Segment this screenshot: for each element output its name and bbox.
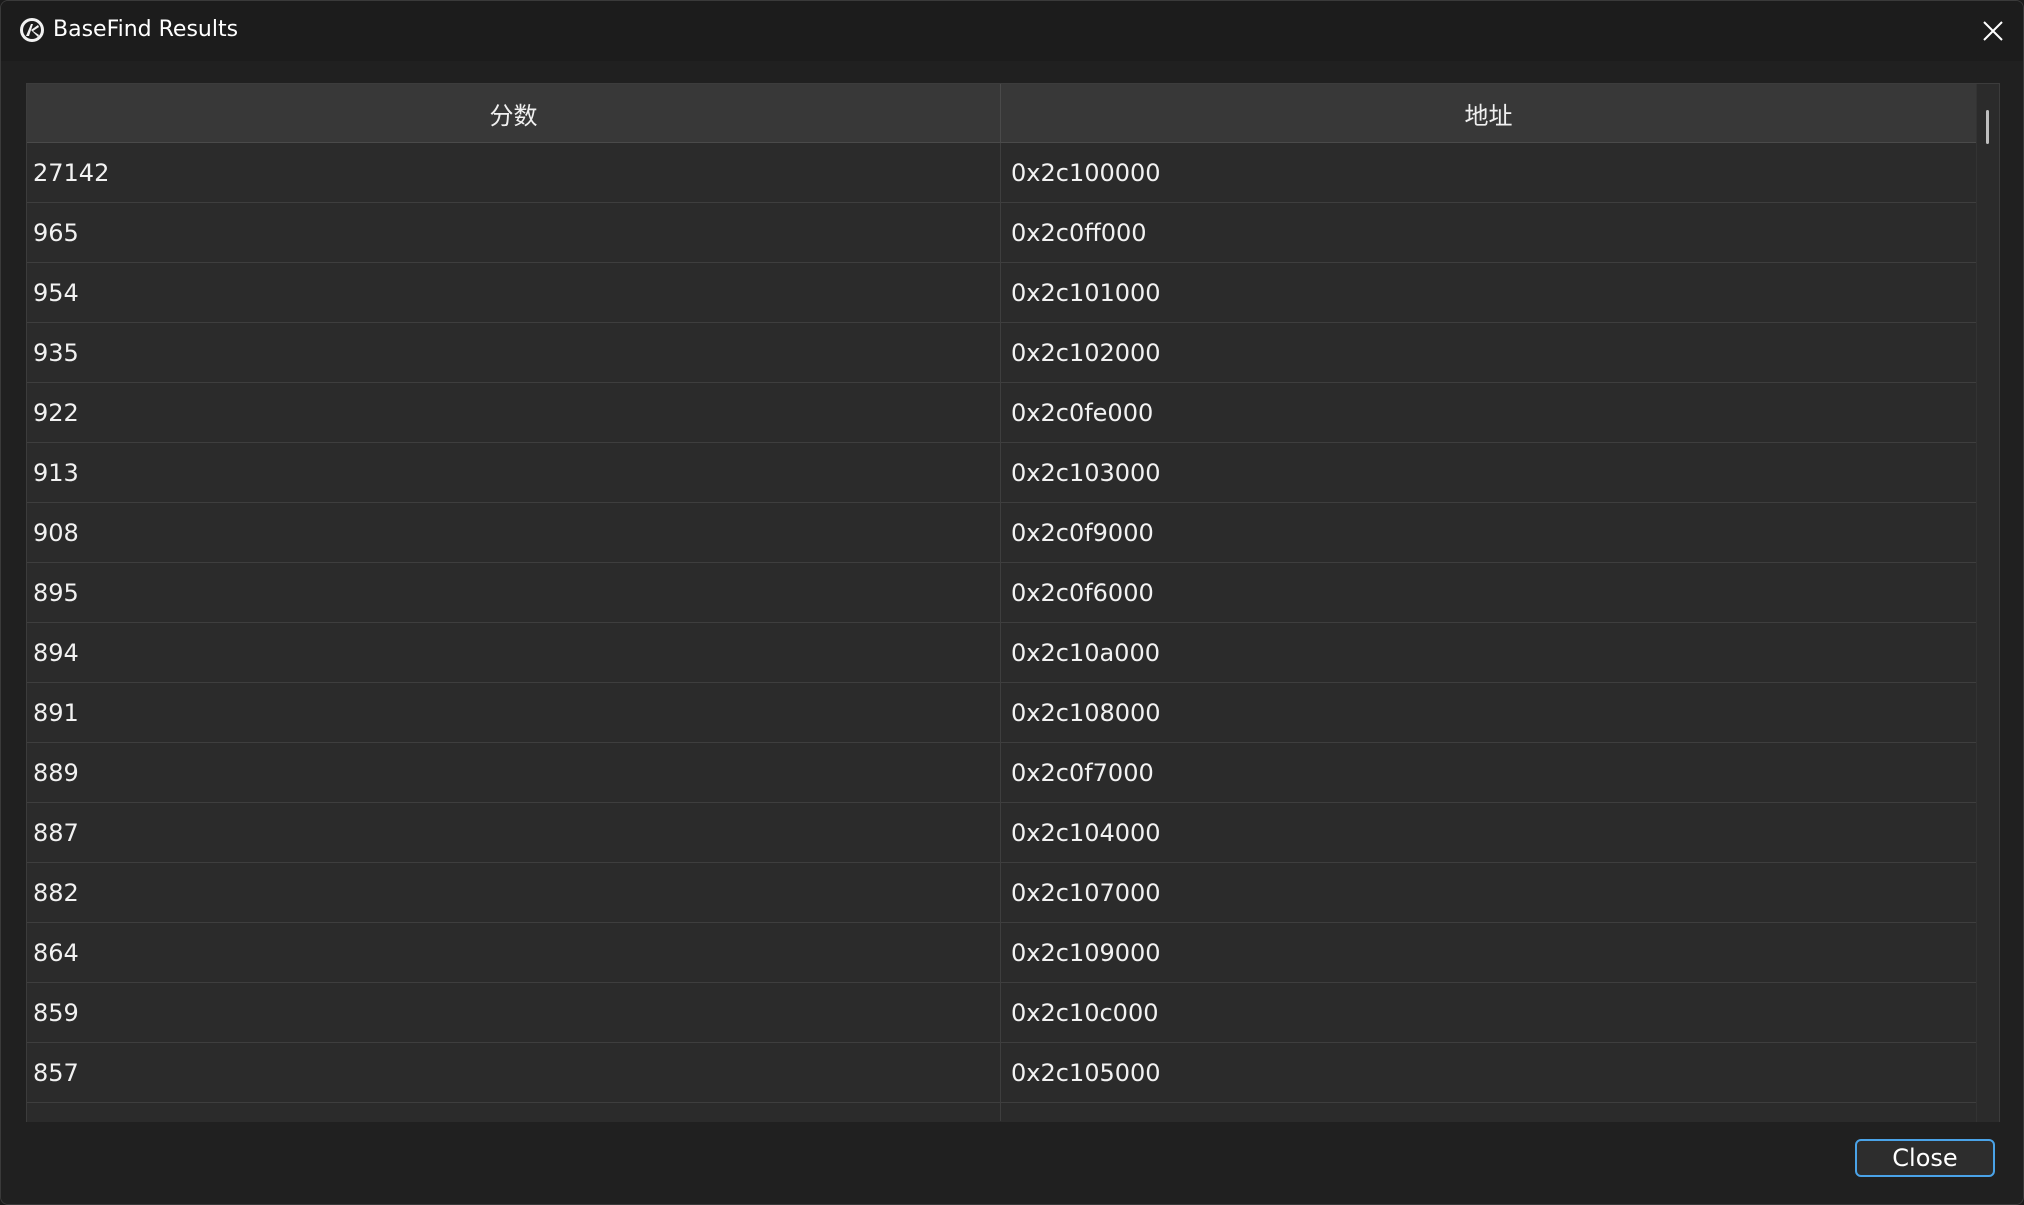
address-cell: 0x2c10a000 <box>1011 638 1160 667</box>
address-cell: 0x2c101000 <box>1011 278 1161 307</box>
score-cell: 913 <box>27 443 1001 502</box>
score-cell: 894 <box>27 623 1001 682</box>
address-cell: 0x2c103000 <box>1011 458 1161 487</box>
address-cell: 0x2c10c000 <box>1011 998 1159 1027</box>
address-cell <box>1001 1103 1976 1121</box>
address-cell: 0x2c102000 <box>1011 338 1161 367</box>
results-table[interactable]: 分数 地址 27142 0x2c100000 965 0x2c0ff000 954 0x2… <box>26 83 2000 1123</box>
app-logo-icon <box>20 18 44 42</box>
table-row[interactable]: 889 0x2c0f7000 <box>27 743 1976 803</box>
address-cell: 0x2c107000 <box>1011 878 1161 907</box>
score-cell: 954 <box>27 263 1001 322</box>
vertical-scrollbar[interactable] <box>1976 84 1999 1122</box>
score-cell: 891 <box>27 683 1001 742</box>
score-cell: 27142 <box>27 143 1001 202</box>
address-cell: 0x2c109000 <box>1011 938 1161 967</box>
table-row[interactable]: 882 0x2c107000 <box>27 863 1976 923</box>
table-row[interactable]: 913 0x2c103000 <box>27 443 1976 503</box>
close-icon <box>1983 21 2003 41</box>
table-row[interactable]: 895 0x2c0f6000 <box>27 563 1976 623</box>
address-cell: 0x2c0fe000 <box>1011 398 1154 427</box>
table-row[interactable]: 894 0x2c10a000 <box>27 623 1976 683</box>
score-cell: 965 <box>27 203 1001 262</box>
table-row[interactable]: 857 0x2c105000 <box>27 1043 1976 1103</box>
table-row[interactable]: 965 0x2c0ff000 <box>27 203 1976 263</box>
table-row[interactable]: 859 0x2c10c000 <box>27 983 1976 1043</box>
score-cell: 908 <box>27 503 1001 562</box>
address-cell: 0x2c105000 <box>1011 1058 1161 1087</box>
score-cell: 857 <box>27 1043 1001 1102</box>
score-cell: 887 <box>27 803 1001 862</box>
address-cell: 0x2c104000 <box>1011 818 1161 847</box>
score-cell: 859 <box>27 983 1001 1042</box>
scrollbar-thumb[interactable] <box>1986 110 1989 144</box>
score-cell: 935 <box>27 323 1001 382</box>
address-cell: 0x2c0f9000 <box>1011 518 1154 547</box>
table-row[interactable]: 887 0x2c104000 <box>27 803 1976 863</box>
table-row[interactable]: 935 0x2c102000 <box>27 323 1976 383</box>
dialog-footer <box>1 1122 2023 1204</box>
column-header-score[interactable]: 分数 <box>27 84 1001 142</box>
table-row[interactable]: 922 0x2c0fe000 <box>27 383 1976 443</box>
score-cell <box>27 1103 1001 1121</box>
address-cell: 0x2c108000 <box>1011 698 1161 727</box>
title-bar[interactable]: BaseFind Results <box>1 1 2023 61</box>
score-cell: 864 <box>27 923 1001 982</box>
basefind-results-window: BaseFind Results 分数 地址 27142 0x2c100000 96… <box>0 0 2024 1205</box>
score-cell: 882 <box>27 863 1001 922</box>
table-body: 27142 0x2c100000 965 0x2c0ff000 954 0x2c10100… <box>27 143 1976 1121</box>
window-title: BaseFind Results <box>53 17 239 42</box>
table-row[interactable]: 908 0x2c0f9000 <box>27 503 1976 563</box>
score-cell: 889 <box>27 743 1001 802</box>
score-cell: 922 <box>27 383 1001 442</box>
table-row[interactable]: 954 0x2c101000 <box>27 263 1976 323</box>
address-cell: 0x2c0ff000 <box>1011 218 1147 247</box>
table-row[interactable] <box>27 1103 1976 1121</box>
table-row[interactable]: 864 0x2c109000 <box>27 923 1976 983</box>
table-row[interactable]: 27142 0x2c100000 <box>27 143 1976 203</box>
table-header: 分数 地址 <box>27 84 1976 143</box>
table-row[interactable]: 891 0x2c108000 <box>27 683 1976 743</box>
column-header-address[interactable]: 地址 <box>1001 84 1976 142</box>
address-cell: 0x2c100000 <box>1011 158 1161 187</box>
address-cell: 0x2c0f6000 <box>1011 578 1154 607</box>
close-button[interactable]: Close <box>1855 1139 1995 1177</box>
score-cell: 895 <box>27 563 1001 622</box>
address-cell: 0x2c0f7000 <box>1011 758 1154 787</box>
window-close-button[interactable] <box>1963 1 2023 61</box>
